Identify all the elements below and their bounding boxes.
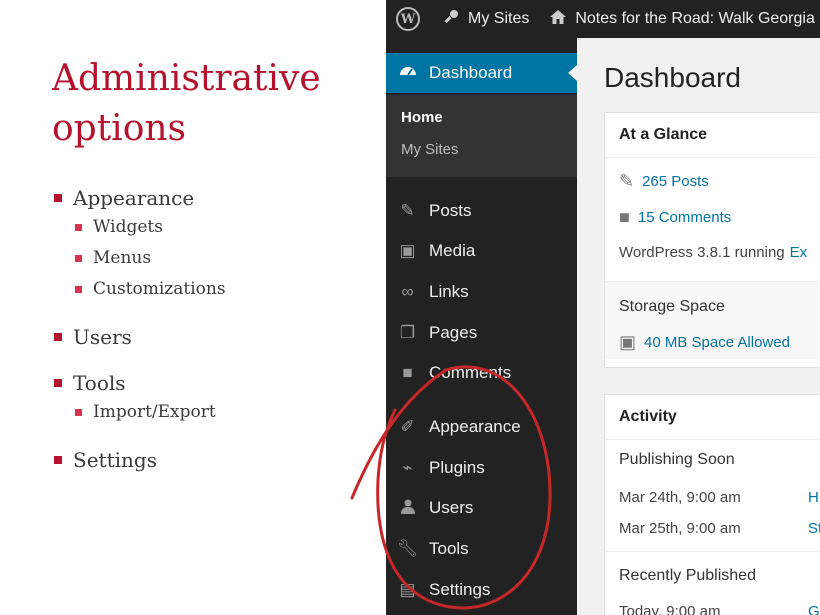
storage-title: Storage Space <box>619 298 725 315</box>
at-a-glance-title: At a Glance <box>605 113 820 158</box>
slide-title-line-2: options <box>52 108 187 149</box>
sidebar-item-label: Plugins <box>429 458 485 477</box>
pages-icon: ❐ <box>399 323 416 342</box>
sidebar-item-pages[interactable]: ❐ Pages <box>386 313 577 353</box>
comment-bubble-icon: ■ <box>619 207 630 227</box>
sidebar-item-label: Links <box>429 282 469 301</box>
sidebar-item-settings[interactable]: ▤ Settings <box>386 570 577 610</box>
media-icon: ▣ <box>619 332 637 352</box>
admin-bar: W My Sites Notes for the Road: Walk Geor… <box>386 0 820 38</box>
posts-count-row[interactable]: ✎ 265 Posts <box>619 171 709 192</box>
submenu-my-sites[interactable]: My Sites <box>401 141 459 158</box>
settings-sliders-icon: ▤ <box>399 580 416 599</box>
site-name-label: Notes for the Road: Walk Georgia <box>575 10 815 27</box>
version-row: WordPress 3.8.1 running Ex <box>619 244 807 261</box>
key-icon <box>442 8 460 31</box>
paintbrush-icon: ✐ <box>400 417 415 436</box>
wrench-icon: 🔧︎ <box>396 539 419 558</box>
activity-title: Activity <box>605 395 820 440</box>
storage-row[interactable]: ▣ 40 MB Space Allowed <box>619 332 790 353</box>
site-name-menu[interactable]: Notes for the Road: Walk Georgia <box>549 0 815 38</box>
scheduled-post-link[interactable]: St <box>808 520 820 537</box>
sidebar-item-posts[interactable]: ✎ Posts <box>386 191 577 231</box>
pushpin-icon: ✎ <box>619 171 635 191</box>
theme-link[interactable]: Ex <box>790 244 808 261</box>
activity-widget: Activity Publishing Soon Mar 24th, 9:00 … <box>604 394 820 615</box>
recent-row: Today, 9:00 am G <box>619 603 820 615</box>
publishing-soon-heading: Publishing Soon <box>619 451 735 468</box>
bullet-widgets: Widgets <box>54 212 374 243</box>
sidebar-item-users[interactable]: Users <box>386 488 577 528</box>
sidebar-item-plugins[interactable]: ⌁ Plugins <box>386 448 577 488</box>
sidebar-item-appearance[interactable]: ✐ Appearance <box>386 407 577 447</box>
sidebar-item-links[interactable]: ∞ Links <box>386 272 577 312</box>
plug-icon: ⌁ <box>402 458 413 477</box>
my-sites-label: My Sites <box>468 10 530 27</box>
version-text: WordPress 3.8.1 running <box>619 244 785 261</box>
sidebar-item-label: Appearance <box>429 417 521 436</box>
storage-link[interactable]: 40 MB Space Allowed <box>644 334 790 351</box>
sidebar-item-label: Settings <box>429 580 491 599</box>
bullet-settings: Settings <box>54 446 374 474</box>
scheduled-row: Mar 25th, 9:00 am St <box>619 520 820 537</box>
sidebar-item-label: Dashboard <box>429 63 513 82</box>
slide-title-line-1: Administrative <box>52 58 321 99</box>
home-icon <box>549 8 567 31</box>
sidebar-item-label: Users <box>429 498 474 517</box>
link-icon: ∞ <box>401 282 414 301</box>
page-title: Dashboard <box>604 62 741 93</box>
scheduled-row: Mar 24th, 9:00 am H <box>619 489 819 506</box>
comments-count-row[interactable]: ■ 15 Comments <box>619 207 731 228</box>
wp-logo-menu[interactable]: W <box>386 0 420 38</box>
bullet-customizations: Customizations <box>54 274 374 305</box>
sidebar-item-label: Posts <box>429 201 472 220</box>
sidebar-item-dashboard[interactable]: Dashboard <box>386 53 577 93</box>
bullet-appearance: Appearance <box>54 184 374 212</box>
dashboard-icon <box>386 62 429 85</box>
storage-section: Storage Space ▣ 40 MB Space Allowed <box>605 281 820 359</box>
slide-title: Administrative options <box>52 54 372 154</box>
media-icon: ▣ <box>399 241 416 260</box>
sidebar-item-label: Comments <box>429 363 512 382</box>
admin-sidebar: Dashboard Home My Sites ✎ Posts ▣ Media … <box>386 38 577 615</box>
bullet-list: Appearance Widgets Menus Customizations … <box>54 184 374 474</box>
submenu-home[interactable]: Home <box>401 109 443 126</box>
sidebar-item-label: Media <box>429 241 476 260</box>
sidebar-item-comments[interactable]: ■ Comments <box>386 353 577 393</box>
posts-count-link[interactable]: 265 Posts <box>642 173 709 190</box>
recent-post-link[interactable]: G <box>808 603 820 615</box>
scheduled-date: Mar 25th, 9:00 am <box>619 520 741 537</box>
bullet-menus: Menus <box>54 243 374 274</box>
recent-date: Today, 9:00 am <box>619 603 721 615</box>
comment-bubble-icon: ■ <box>402 363 413 382</box>
scheduled-post-link[interactable]: H <box>808 489 819 506</box>
wordpress-logo-icon: W <box>396 7 420 31</box>
my-sites-menu[interactable]: My Sites <box>442 0 529 38</box>
sidebar-item-label: Tools <box>429 539 469 558</box>
dashboard-content: Dashboard At a Glance ✎ 265 Posts ■ 15 C… <box>577 38 820 615</box>
recently-published-heading: Recently Published <box>619 567 756 584</box>
sidebar-item-label: Pages <box>429 323 478 342</box>
at-a-glance-widget: At a Glance ✎ 265 Posts ■ 15 Comments Wo… <box>604 112 820 368</box>
bullet-import-export: Import/Export <box>54 397 374 428</box>
bullet-tools: Tools <box>54 369 374 397</box>
wordpress-screenshot: W My Sites Notes for the Road: Walk Geor… <box>386 0 820 615</box>
scheduled-date: Mar 24th, 9:00 am <box>619 489 741 506</box>
bullet-users: Users <box>54 323 374 351</box>
sidebar-item-tools[interactable]: 🔧︎ Tools <box>386 529 577 569</box>
dashboard-submenu: Home My Sites <box>386 95 577 177</box>
comments-count-link[interactable]: 15 Comments <box>638 209 731 226</box>
user-icon <box>386 498 429 519</box>
sidebar-item-media[interactable]: ▣ Media <box>386 231 577 271</box>
pushpin-icon: ✎ <box>400 201 415 220</box>
